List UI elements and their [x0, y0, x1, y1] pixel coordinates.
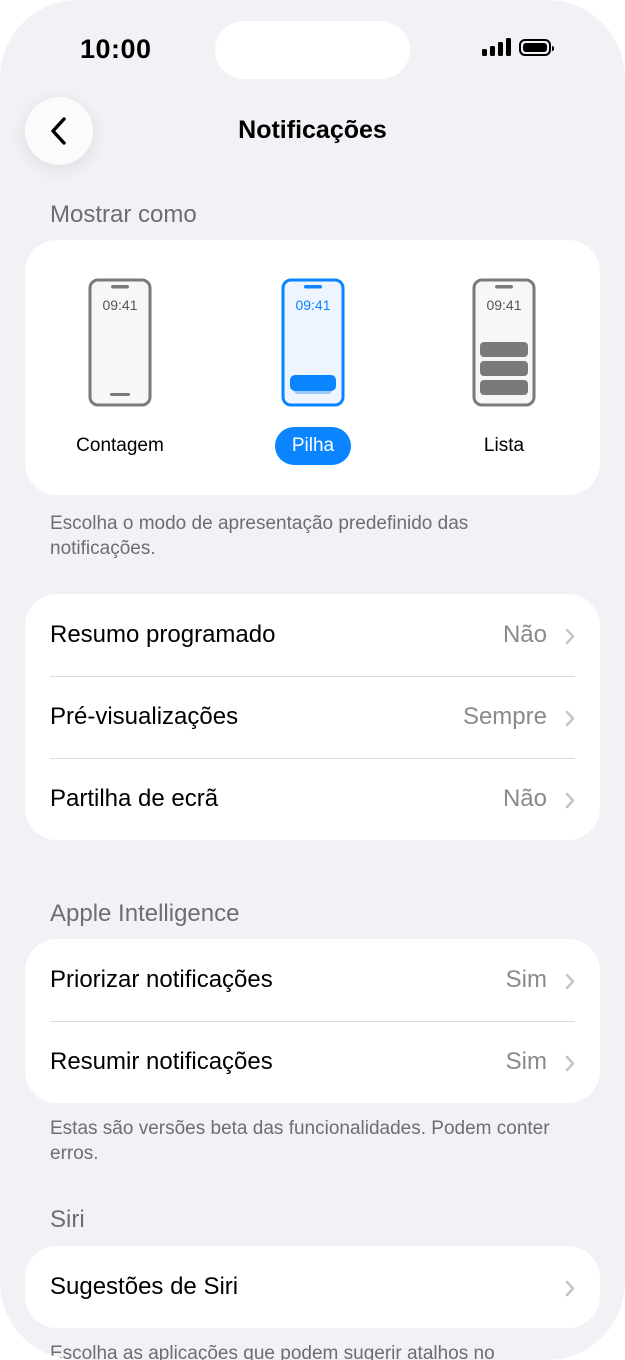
row-value: Não: [502, 621, 547, 648]
row-value: Sim: [505, 1048, 547, 1075]
chevron-right-icon: [565, 973, 575, 990]
display-as-footnote: Escolha o modo de apresentação predefini…: [50, 513, 469, 559]
phone-stack-icon: 09:41: [281, 278, 345, 407]
option-count[interactable]: 09:41 Contagem: [50, 240, 190, 465]
display-as-card: 09:41 Contagem 09:41 Pilha 09:41 Lista: [25, 240, 600, 495]
row-value: Sempre: [462, 703, 547, 730]
chevron-right-icon: [565, 792, 575, 809]
row-label: Priorizar notificações: [50, 966, 273, 993]
battery-icon: [519, 38, 554, 56]
clock-text: 09:41: [295, 297, 330, 313]
row-label: Resumo programado: [50, 621, 276, 648]
section-header-apple-intelligence: Apple Intelligence: [50, 900, 240, 927]
row-scheduled-summary[interactable]: Resumo programado Não: [25, 594, 600, 676]
status-time: 10:00: [80, 34, 152, 64]
status-icons: [482, 38, 554, 56]
dynamic-island: [215, 21, 410, 79]
option-list[interactable]: 09:41 Lista: [434, 240, 574, 465]
settings-card: Resumo programado Não Pré-visualizações …: [25, 594, 600, 840]
row-label: Pré-visualizações: [50, 703, 239, 730]
row-previews[interactable]: Pré-visualizações Sempre: [25, 676, 600, 758]
page-title: Notificações: [238, 116, 387, 144]
chevron-right-icon: [565, 1055, 575, 1072]
row-summarize-notifications[interactable]: Resumir notificações Sim: [25, 1021, 600, 1103]
apple-intelligence-footnote: Estas são versões beta das funcionalidad…: [50, 1118, 550, 1164]
clock-text: 09:41: [486, 297, 521, 313]
section-header-display-as: Mostrar como: [50, 201, 197, 228]
option-stack[interactable]: 09:41 Pilha: [243, 240, 383, 465]
row-value: Não: [502, 785, 547, 812]
row-label: Partilha de ecrã: [50, 785, 219, 812]
siri-footnote: Escolha as aplicações que podem sugerir …: [50, 1343, 495, 1360]
row-value: Sim: [505, 966, 547, 993]
siri-card: Sugestões de Siri: [25, 1246, 600, 1328]
option-label: Contagem: [76, 435, 164, 456]
chevron-right-icon: [565, 628, 575, 645]
section-header-siri: Siri: [50, 1206, 85, 1233]
row-label: Sugestões de Siri: [50, 1273, 239, 1300]
phone-screen: 10:00 Notificações Mostrar como 09:41 Co…: [0, 0, 625, 1360]
row-siri-suggestions[interactable]: Sugestões de Siri: [25, 1246, 600, 1328]
clock-text: 09:41: [102, 297, 137, 313]
option-label-selected: Pilha: [274, 427, 352, 465]
row-prioritize-notifications[interactable]: Priorizar notificações Sim: [25, 939, 600, 1021]
phone-count-icon: 09:41: [88, 278, 152, 407]
phone-list-icon: 09:41: [472, 278, 536, 407]
row-label: Resumir notificações: [50, 1048, 273, 1075]
row-screen-sharing[interactable]: Partilha de ecrã Não: [25, 758, 600, 840]
apple-intelligence-card: Priorizar notificações Sim Resumir notif…: [25, 939, 600, 1103]
option-label: Lista: [483, 435, 525, 456]
chevron-right-icon: [565, 1280, 575, 1297]
chevron-right-icon: [565, 710, 575, 727]
signal-icon: [482, 38, 511, 56]
